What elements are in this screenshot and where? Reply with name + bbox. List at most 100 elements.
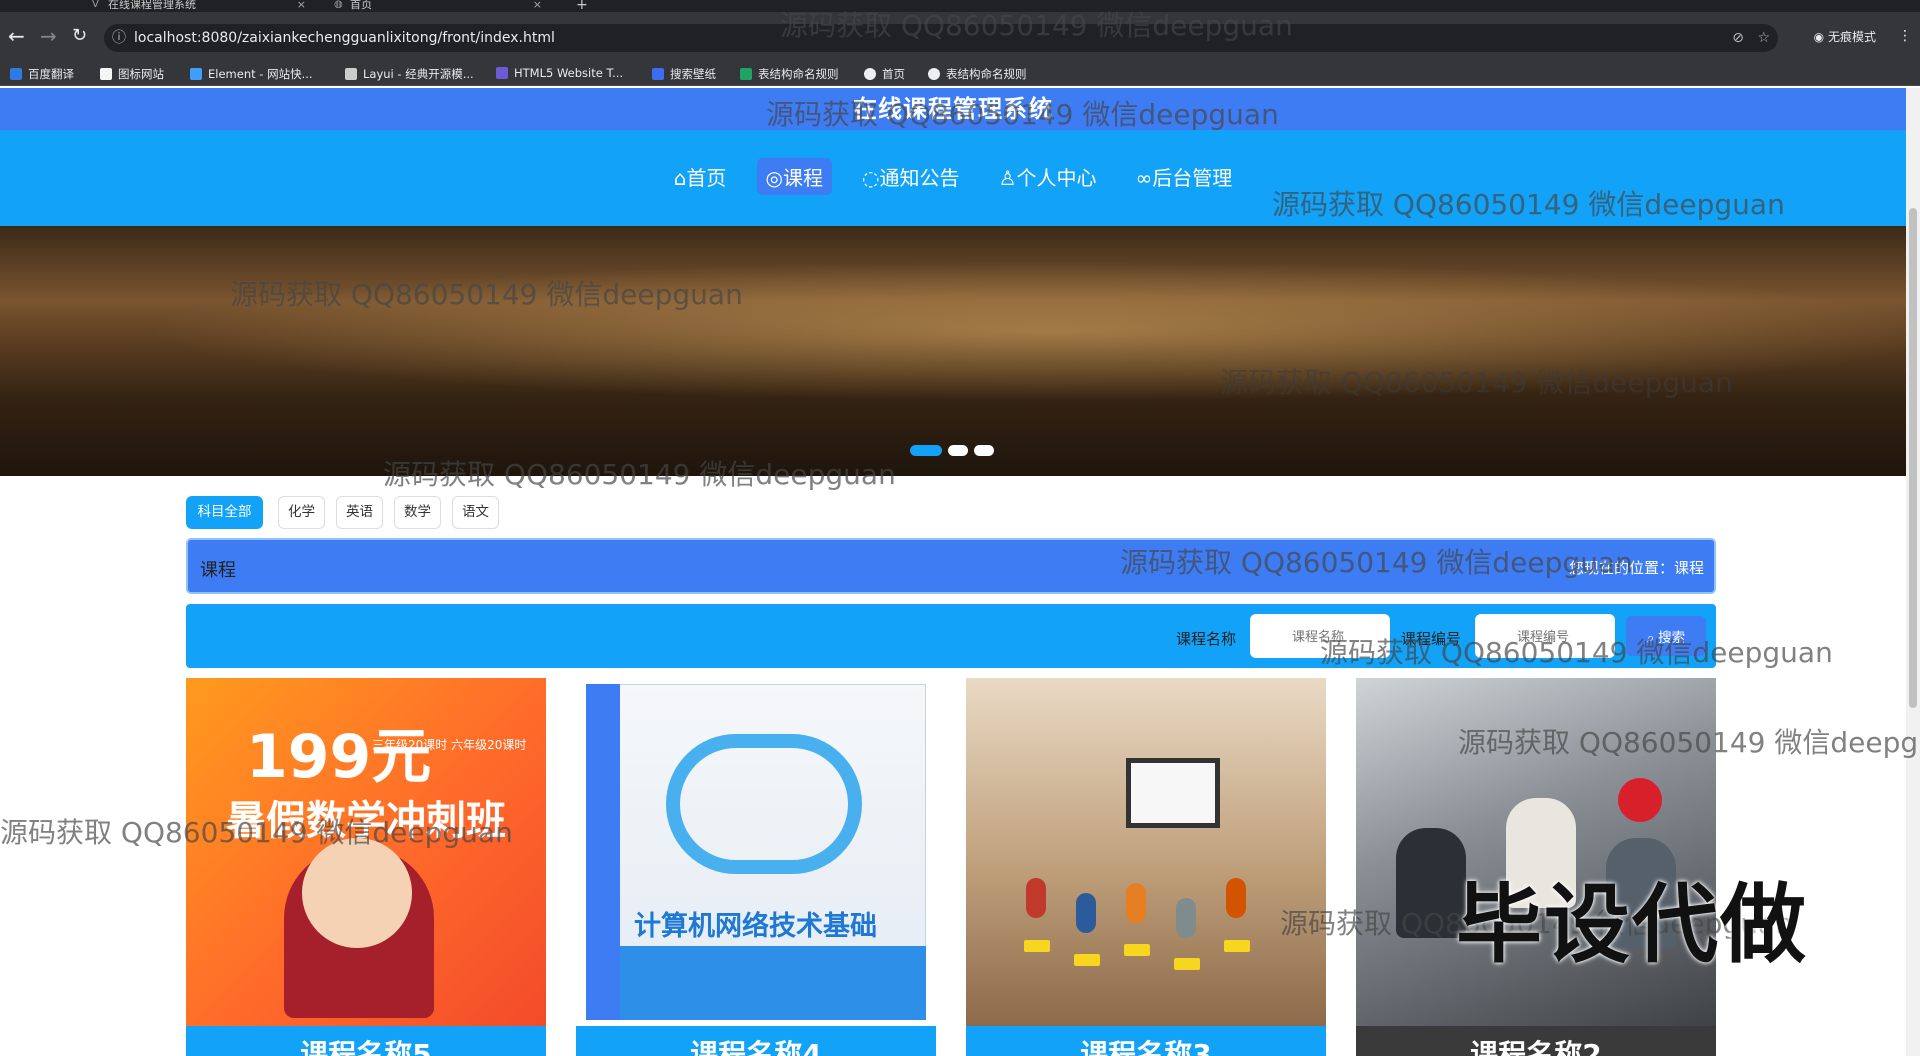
course-card[interactable]: 课程名称3 — [966, 678, 1326, 1056]
carousel-dot-active[interactable] — [910, 445, 942, 456]
course-title[interactable]: 课程名称2 — [1356, 1026, 1716, 1056]
book-spine — [586, 684, 620, 1020]
incognito-icon: ◉ — [1813, 30, 1825, 44]
incognito-label: 无痕模式 — [1827, 30, 1876, 44]
bookmark-label: Layui - 经典开源模... — [363, 67, 474, 81]
watermark: 源码获取 QQ86050149 微信deepguan — [1220, 366, 1733, 399]
nav-course[interactable]: ◎课程 — [756, 158, 832, 195]
reload-icon[interactable]: ↻ — [72, 25, 87, 47]
translate-icon — [10, 68, 22, 80]
bookmark-item[interactable]: 表结构命名规则 — [928, 66, 1027, 82]
filter-chemistry[interactable]: 化学 — [278, 496, 325, 529]
bookmark-label: 表结构命名规则 — [946, 67, 1027, 81]
tab-title: 首页 — [350, 0, 372, 11]
nav-home[interactable]: ⌂首页 — [665, 158, 736, 195]
banner-carousel[interactable] — [0, 226, 1906, 476]
bookmark-label: Element - 网站快... — [208, 67, 313, 81]
course-title[interactable]: 课程名称4 — [576, 1026, 936, 1056]
bookmarks-bar: 百度翻译 图标网站 Element - 网站快... Layui - 经典开源模… — [0, 62, 1920, 86]
classroom-screen — [1126, 758, 1220, 828]
student-figure — [1026, 878, 1046, 918]
link-icon: ∞ — [1135, 166, 1153, 190]
promo-stamp-text: 毕设代做 — [1456, 875, 1808, 975]
sheet-icon — [740, 68, 752, 80]
forward-icon[interactable]: → — [40, 25, 57, 47]
watermark: 源码获取 QQ86050149 微信deepguan — [1458, 726, 1916, 759]
watermark: 源码获取 QQ86050149 微信deepguan — [1120, 546, 1633, 579]
watermark: 源码获取 QQ86050149 微信deepguan — [383, 458, 896, 491]
filter-chinese[interactable]: 语文 — [452, 496, 499, 529]
bookmark-item[interactable]: 图标网站 — [100, 66, 164, 82]
course-image: 计算机网络技术基础 — [576, 678, 936, 1026]
star-icon[interactable]: ☆ — [1757, 24, 1770, 52]
nav-notice[interactable]: ◌通知公告 — [853, 158, 968, 195]
course-title[interactable]: 课程名称3 — [966, 1026, 1326, 1056]
watermark: 源码获取 QQ86050149 微信deepguan — [0, 816, 513, 849]
wallpaper-icon — [652, 68, 664, 80]
nav-label: 个人中心 — [1016, 166, 1097, 190]
bookmark-item[interactable]: 表结构命名规则 — [740, 66, 839, 82]
promo-note: 三年级20课时 六年级20课时 — [372, 738, 527, 752]
filter-english[interactable]: 英语 — [336, 496, 383, 529]
home-icon: ⌂ — [673, 166, 687, 190]
browser-tab-admin[interactable]: V 在线课程管理系统 × — [90, 0, 306, 12]
bookmark-item[interactable]: Element - 网站快... — [190, 66, 313, 82]
element-icon — [190, 68, 202, 80]
nav-profile[interactable]: ♙个人中心 — [990, 158, 1106, 195]
course-title[interactable]: 课程名称5 — [186, 1026, 546, 1056]
carousel-dot[interactable] — [974, 445, 994, 456]
chair — [1174, 958, 1200, 970]
filter-all[interactable]: 科目全部 — [186, 496, 263, 529]
bookmark-item[interactable]: 首页 — [864, 66, 905, 82]
course-icon: ◎ — [765, 166, 783, 190]
menu-icon[interactable]: ⋮ — [1898, 28, 1912, 44]
chair — [1024, 940, 1050, 952]
course-name-label: 课程名称 — [1176, 630, 1237, 648]
notice-icon: ◌ — [862, 166, 880, 190]
course-image — [966, 678, 1326, 1026]
section-title: 课程 — [200, 560, 236, 581]
browser-tab-home[interactable]: ◍ 首页 × — [332, 0, 542, 12]
eye-off-icon[interactable]: ⊘ — [1732, 24, 1744, 52]
html5-icon — [496, 67, 508, 79]
close-icon[interactable]: × — [297, 0, 306, 10]
bookmark-item[interactable]: Layui - 经典开源模... — [345, 66, 474, 82]
filter-math[interactable]: 数学 — [394, 496, 441, 529]
chair — [1124, 944, 1150, 956]
nav-label: 后台管理 — [1152, 166, 1233, 190]
course-card[interactable]: 199元 三年级20课时 六年级20课时 暑假数学冲刺班 课程名称5 — [186, 678, 546, 1056]
close-icon[interactable]: × — [533, 0, 542, 10]
carousel-dot[interactable] — [948, 445, 968, 456]
course-card[interactable]: 计算机网络技术基础 课程名称4 — [576, 678, 936, 1056]
incognito-badge[interactable]: ◉ 无痕模式 — [1814, 28, 1876, 45]
kid-face — [302, 838, 412, 948]
vue-logo-icon: V — [92, 0, 99, 10]
bookmark-item[interactable]: 搜索壁纸 — [652, 66, 716, 82]
url-text: localhost:8080/zaixiankechengguanlixiton… — [134, 30, 555, 46]
book-band — [620, 946, 926, 1020]
book-globe-graphic — [666, 734, 862, 874]
course-image: 199元 三年级20课时 六年级20课时 暑假数学冲刺班 — [186, 678, 546, 1026]
chair — [1074, 954, 1100, 966]
page-scrollbar[interactable] — [1906, 88, 1920, 1056]
bookmark-item[interactable]: HTML5 Website T... — [496, 66, 623, 80]
bookmark-label: 表结构命名规则 — [758, 67, 839, 81]
bookmark-label: 百度翻译 — [28, 67, 74, 81]
bookmark-label: 图标网站 — [118, 67, 164, 81]
globe-icon — [864, 68, 876, 80]
student-figure — [1226, 878, 1246, 918]
flag-icon — [100, 68, 112, 80]
scrollbar-thumb[interactable] — [1909, 208, 1917, 708]
bookmark-item[interactable]: 百度翻译 — [10, 66, 74, 82]
bookmark-label: HTML5 Website T... — [514, 66, 624, 80]
watermark: 源码获取 QQ86050149 微信deepguan — [1272, 188, 1785, 221]
red-headphones — [1618, 778, 1662, 822]
nav-label: 课程 — [782, 166, 823, 190]
nav-admin[interactable]: ∞后台管理 — [1127, 158, 1242, 195]
tab-title: 在线课程管理系统 — [108, 0, 196, 11]
banner-image — [0, 226, 1906, 476]
watermark: 源码获取 QQ86050149 微信deepguan — [1320, 636, 1833, 669]
watermark: 源码获取 QQ86050149 微信deepguan — [230, 278, 743, 311]
back-icon[interactable]: ← — [8, 25, 25, 47]
student-figure — [1126, 883, 1146, 923]
